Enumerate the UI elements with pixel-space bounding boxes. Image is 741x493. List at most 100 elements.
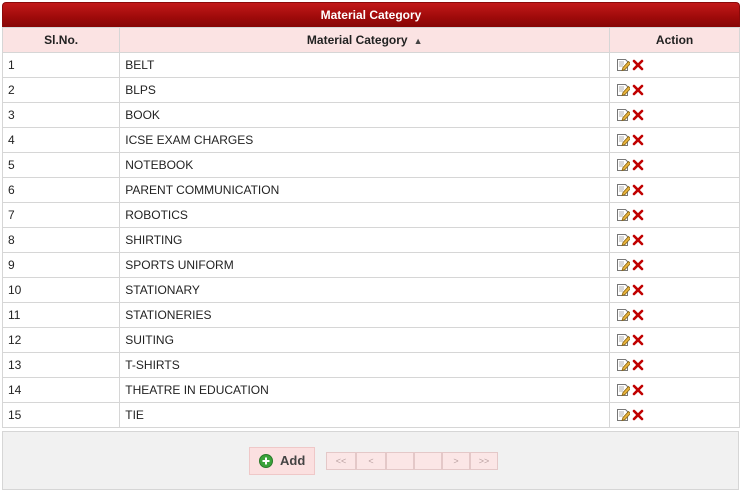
sl-no-cell: 5 xyxy=(1,152,121,178)
sl-no-cell: 9 xyxy=(1,252,121,278)
edit-icon[interactable] xyxy=(616,258,631,272)
category-name-cell: TIE xyxy=(119,402,611,428)
edit-icon[interactable] xyxy=(616,283,631,297)
sl-no-cell: 14 xyxy=(1,377,121,403)
delete-icon[interactable] xyxy=(632,384,644,396)
delete-icon[interactable] xyxy=(632,84,644,96)
pager-prev-button[interactable]: < xyxy=(356,452,386,470)
action-cell xyxy=(609,202,740,228)
delete-icon[interactable] xyxy=(632,409,644,421)
sl-no-cell: 15 xyxy=(1,402,121,428)
edit-icon[interactable] xyxy=(616,233,631,247)
pager-page-slot[interactable] xyxy=(414,452,442,470)
sl-no-cell: 8 xyxy=(1,227,121,253)
delete-icon[interactable] xyxy=(632,109,644,121)
sl-no-cell: 1 xyxy=(1,52,121,78)
action-cell xyxy=(609,77,740,103)
edit-icon[interactable] xyxy=(616,83,631,97)
category-name-cell: PARENT COMMUNICATION xyxy=(119,177,611,203)
action-cell xyxy=(609,252,740,278)
edit-icon[interactable] xyxy=(616,383,631,397)
action-cell xyxy=(609,327,740,353)
add-button[interactable]: Add xyxy=(249,447,315,475)
sl-no-cell: 11 xyxy=(1,302,121,328)
table-row[interactable]: 15 TIE xyxy=(1,402,740,428)
material-category-table: Sl.No. Material Category ▲︎ Action 1 BELT 2… xyxy=(1,27,740,428)
delete-icon[interactable] xyxy=(632,284,644,296)
table-row[interactable]: 3 BOOK xyxy=(1,102,740,128)
category-name-cell: ROBOTICS xyxy=(119,202,611,228)
table-row[interactable]: 10 STATIONARY xyxy=(1,277,740,303)
delete-icon[interactable] xyxy=(632,59,644,71)
pager-last-button[interactable]: >> xyxy=(470,452,498,470)
edit-icon[interactable] xyxy=(616,183,631,197)
table-row[interactable]: 12 SUITING xyxy=(1,327,740,353)
sort-icon[interactable]: ▲︎ xyxy=(414,36,423,46)
action-cell xyxy=(609,402,740,428)
pager-next-button[interactable]: > xyxy=(442,452,470,470)
edit-icon[interactable] xyxy=(616,408,631,422)
grid-title: Material Category xyxy=(2,2,740,27)
category-name-cell: SUITING xyxy=(119,327,611,353)
material-category-grid: Material Category Sl.No. Material Catego… xyxy=(1,2,740,428)
edit-icon[interactable] xyxy=(616,108,631,122)
category-name-cell: THEATRE IN EDUCATION xyxy=(119,377,611,403)
sl-no-cell: 3 xyxy=(1,102,121,128)
table-row[interactable]: 7 ROBOTICS xyxy=(1,202,740,228)
category-name-cell: BLPS xyxy=(119,77,611,103)
table-row[interactable]: 1 BELT xyxy=(1,52,740,78)
delete-icon[interactable] xyxy=(632,359,644,371)
action-cell xyxy=(609,302,740,328)
delete-icon[interactable] xyxy=(632,334,644,346)
action-cell xyxy=(609,52,740,78)
delete-icon[interactable] xyxy=(632,159,644,171)
table-row[interactable]: 2 BLPS xyxy=(1,77,740,103)
grid-footer: Add << < > >> xyxy=(2,431,739,490)
sl-no-cell: 10 xyxy=(1,277,121,303)
table-row[interactable]: 9 SPORTS UNIFORM xyxy=(1,252,740,278)
action-cell xyxy=(609,352,740,378)
delete-icon[interactable] xyxy=(632,259,644,271)
sl-no-cell: 6 xyxy=(1,177,121,203)
edit-icon[interactable] xyxy=(616,158,631,172)
action-cell xyxy=(609,127,740,153)
table-row[interactable]: 5 NOTEBOOK xyxy=(1,152,740,178)
category-name-cell: NOTEBOOK xyxy=(119,152,611,178)
edit-icon[interactable] xyxy=(616,333,631,347)
edit-icon[interactable] xyxy=(616,308,631,322)
category-name-cell: ICSE EXAM CHARGES xyxy=(119,127,611,153)
action-cell xyxy=(609,152,740,178)
edit-icon[interactable] xyxy=(616,133,631,147)
sl-no-cell: 4 xyxy=(1,127,121,153)
sl-no-cell: 13 xyxy=(1,352,121,378)
delete-icon[interactable] xyxy=(632,309,644,321)
table-row[interactable]: 6 PARENT COMMUNICATION xyxy=(1,177,740,203)
column-header-material-category[interactable]: Material Category ▲︎ xyxy=(119,27,611,53)
category-name-cell: STATIONARY xyxy=(119,277,611,303)
delete-icon[interactable] xyxy=(632,134,644,146)
category-name-cell: BELT xyxy=(119,52,611,78)
table-row[interactable]: 14 THEATRE IN EDUCATION xyxy=(1,377,740,403)
table-row[interactable]: 4 ICSE EXAM CHARGES xyxy=(1,127,740,153)
table-row[interactable]: 11 STATIONERIES xyxy=(1,302,740,328)
edit-icon[interactable] xyxy=(616,358,631,372)
delete-icon[interactable] xyxy=(632,184,644,196)
column-header-sl-no: Sl.No. xyxy=(1,27,121,53)
action-cell xyxy=(609,177,740,203)
delete-icon[interactable] xyxy=(632,234,644,246)
category-name-cell: SPORTS UNIFORM xyxy=(119,252,611,278)
category-name-cell: SHIRTING xyxy=(119,227,611,253)
delete-icon[interactable] xyxy=(632,209,644,221)
sl-no-cell: 12 xyxy=(1,327,121,353)
action-cell xyxy=(609,227,740,253)
category-name-cell: STATIONERIES xyxy=(119,302,611,328)
table-row[interactable]: 8 SHIRTING xyxy=(1,227,740,253)
pager-first-button[interactable]: << xyxy=(326,452,356,470)
table-row[interactable]: 13 T-SHIRTS xyxy=(1,352,740,378)
add-button-label: Add xyxy=(280,453,306,468)
edit-icon[interactable] xyxy=(616,208,631,222)
sl-no-cell: 7 xyxy=(1,202,121,228)
action-cell xyxy=(609,102,740,128)
edit-icon[interactable] xyxy=(616,58,631,72)
pager-page-slot[interactable] xyxy=(386,452,414,470)
